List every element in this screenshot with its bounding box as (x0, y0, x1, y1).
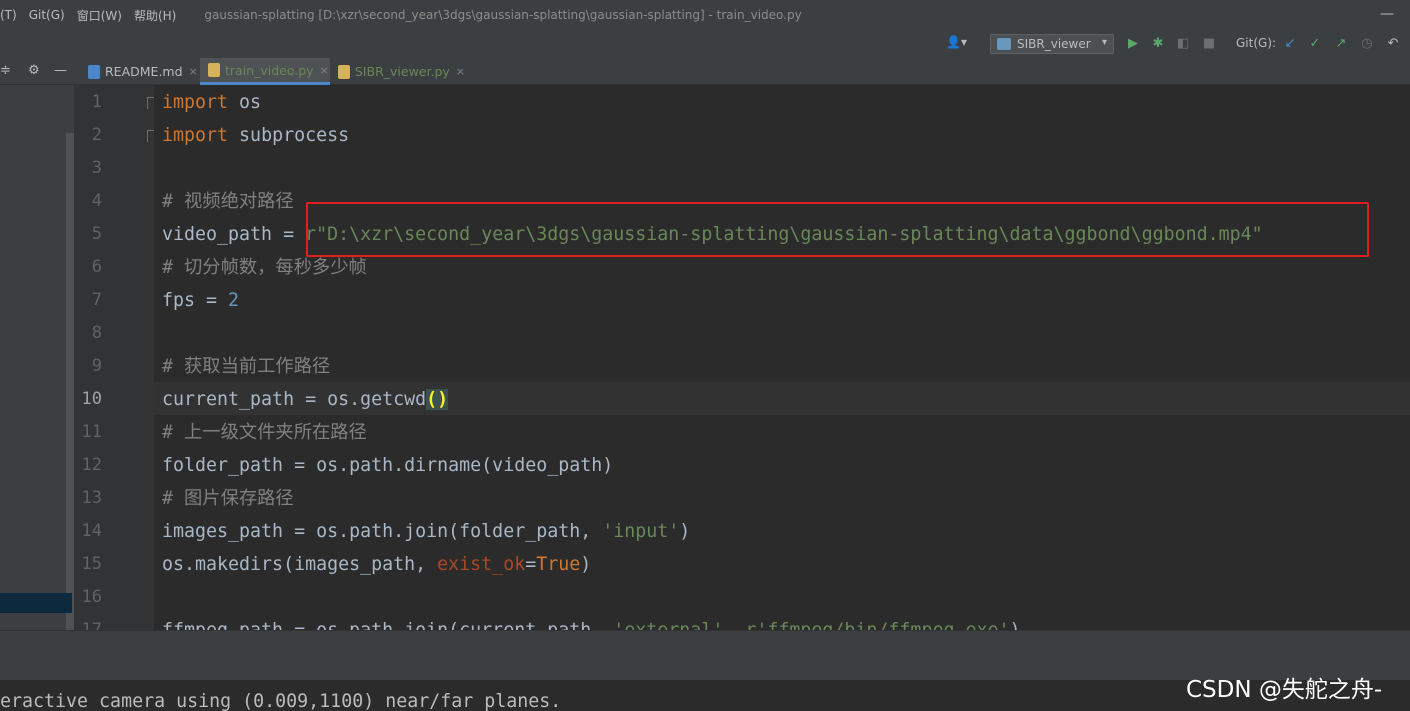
code-line: images_path = os.path.join(folder_path, … (162, 521, 691, 542)
close-icon[interactable]: × (320, 64, 329, 77)
main-toolbar: 👤▾ SIBR_viewer ▾ ▶ ✱ ◧ ■ Git(G): ↙ ✓ ↗ ◷… (0, 30, 1410, 58)
menu-git[interactable]: Git(G) (29, 8, 65, 22)
editor-tab-bar: ≑ ⚙ — README.md × train_video.py × SIBR_… (0, 58, 1410, 85)
tab-label: train_video.py (225, 62, 314, 78)
stop-icon[interactable]: ■ (1200, 35, 1218, 53)
code-line: fps = 2 (162, 290, 240, 311)
code-line: os.makedirs(images_path, exist_ok=True) (162, 554, 592, 575)
python-config-icon (997, 38, 1011, 50)
menu-help[interactable]: 帮助(H) (134, 7, 176, 24)
code-line: ffmpeg_path = os.path.join(current_path,… (162, 614, 1021, 630)
line-number: 12 (81, 455, 102, 475)
code-editor[interactable]: import os import subprocess # 视频绝对路径 vid… (154, 85, 1410, 630)
hide-icon[interactable]: — (54, 63, 67, 78)
line-number: 1 (91, 92, 102, 112)
code-line: import subprocess (162, 125, 350, 146)
user-icon[interactable]: 👤▾ (946, 35, 967, 49)
watermark: CSDN @失舵之舟- (1186, 677, 1383, 703)
code-comment: # 上一级文件夹所在路径 (162, 422, 367, 443)
run-config-label: SIBR_viewer (1017, 37, 1091, 51)
minimize-button[interactable]: — (1380, 7, 1394, 21)
line-number: 8 (91, 323, 102, 343)
code-comment: # 获取当前工作路径 (162, 356, 331, 377)
line-number: 6 (91, 257, 102, 277)
line-number: 11 (81, 422, 102, 442)
git-label: Git(G): (1236, 36, 1277, 50)
git-update-icon[interactable]: ↙ (1281, 35, 1299, 53)
project-selected-row[interactable] (0, 593, 72, 613)
code-line: folder_path = os.path.dirname(video_path… (162, 455, 614, 476)
project-panel (0, 85, 66, 630)
line-number: 7 (91, 290, 102, 310)
scrollbar-thumb[interactable] (66, 133, 74, 633)
git-history-icon[interactable]: ◷ (1358, 35, 1376, 53)
line-number: 14 (81, 521, 102, 541)
tab-label: README.md (105, 64, 183, 79)
line-number: 13 (81, 488, 102, 508)
code-comment: # 图片保存路径 (162, 488, 294, 509)
menu-tools[interactable]: (T) (0, 8, 17, 22)
project-scrollbar[interactable] (66, 85, 74, 633)
line-number: 9 (91, 356, 102, 376)
line-number: 16 (81, 587, 102, 607)
coverage-icon[interactable]: ◧ (1174, 35, 1192, 53)
code-line-current: current_path = os.getcwd() (162, 389, 449, 410)
line-number: 3 (91, 158, 102, 178)
tab-sibr-viewer[interactable]: SIBR_viewer.py × (330, 58, 465, 85)
tab-label: SIBR_viewer.py (354, 64, 450, 79)
line-number: 4 (91, 191, 102, 211)
python-file-icon (208, 63, 220, 77)
tab-readme[interactable]: README.md × (80, 58, 198, 85)
window-title: gaussian-splatting [D:\xzr\second_year\3… (204, 8, 802, 22)
console-output: eractive camera using (0.009,1100) near/… (0, 691, 562, 711)
line-number: 5 (91, 224, 102, 244)
menu-window[interactable]: 窗口(W) (77, 7, 122, 24)
red-annotation-box (306, 202, 1369, 257)
code-comment: # 视频绝对路径 (162, 191, 294, 212)
chevron-down-icon: ▾ (1101, 37, 1107, 48)
debug-icon[interactable]: ✱ (1149, 35, 1167, 53)
collapse-icon[interactable]: ≑ (0, 63, 11, 78)
gear-icon[interactable]: ⚙ (28, 63, 40, 78)
git-rollback-icon[interactable]: ↶ (1384, 35, 1402, 53)
git-commit-icon[interactable]: ✓ (1306, 35, 1324, 53)
git-push-icon[interactable]: ↗ (1332, 35, 1350, 53)
python-file-icon (338, 64, 350, 79)
title-bar: (T) Git(G) 窗口(W) 帮助(H) gaussian-splattin… (0, 0, 1410, 30)
close-icon[interactable]: × (189, 65, 198, 78)
tab-train-video[interactable]: train_video.py × (200, 58, 330, 85)
markdown-file-icon (88, 64, 100, 79)
line-number-current: 10 (81, 389, 102, 409)
line-number: 2 (91, 125, 102, 145)
run-config-select[interactable]: SIBR_viewer ▾ (990, 34, 1114, 54)
line-number-gutter: 1 2 3 4 5 6 7 8 9 10 11 12 13 14 15 16 1… (74, 85, 157, 640)
code-line: import os (162, 92, 262, 113)
close-icon[interactable]: × (456, 65, 465, 78)
run-icon[interactable]: ▶ (1124, 35, 1142, 53)
project-tool-actions: ≑ ⚙ — (0, 58, 78, 85)
line-number: 15 (81, 554, 102, 574)
